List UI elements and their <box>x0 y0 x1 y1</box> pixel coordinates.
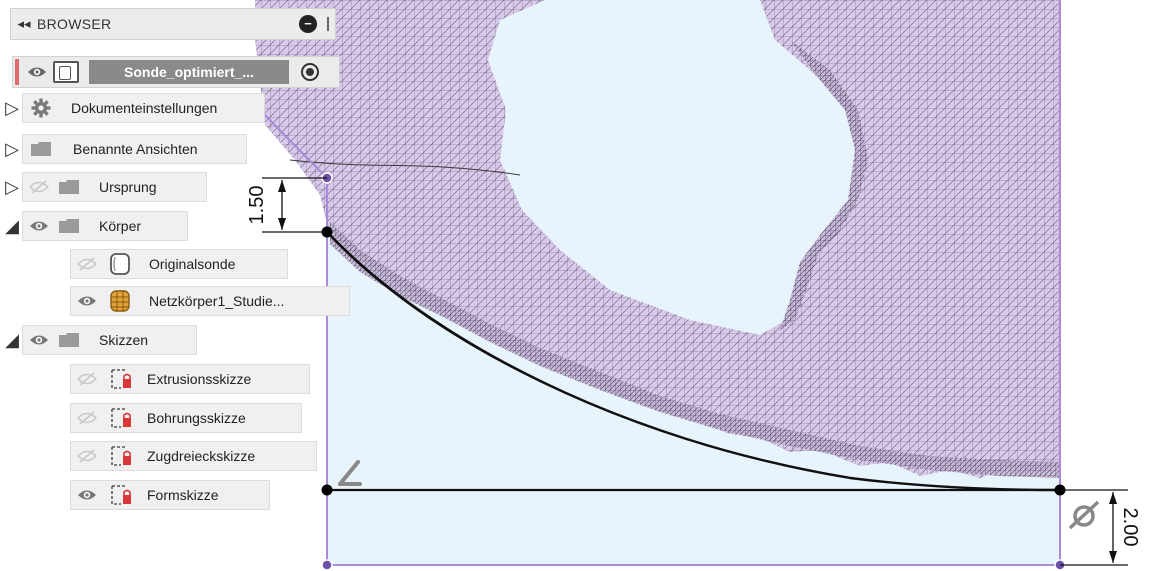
active-indicator <box>15 59 19 85</box>
body-icon <box>110 253 130 275</box>
browser-node-label: Bohrungsskizze <box>147 410 246 426</box>
gear-icon <box>31 98 51 118</box>
visibility-eye-icon[interactable] <box>77 488 97 502</box>
collapse-twisty-icon[interactable]: ◢ <box>2 216 22 237</box>
root-component-row[interactable]: Sonde_optimiert_... <box>12 56 340 88</box>
collapse-twisty-icon[interactable]: ◢ <box>2 330 22 351</box>
browser-node-label: Originalsonde <box>149 256 236 272</box>
visibility-eye-icon[interactable] <box>29 219 49 233</box>
folder-icon <box>31 142 51 156</box>
visibility-hidden-icon[interactable] <box>29 180 49 194</box>
folder-icon <box>59 180 79 194</box>
visibility-eye-icon[interactable] <box>27 65 47 79</box>
browser-node-bodies[interactable]: ◢ Körper <box>2 211 188 241</box>
browser-node-sketch-bore[interactable]: Bohrungsskizze <box>70 403 302 433</box>
browser-node-sketches[interactable]: ◢ Skizzen <box>2 325 197 355</box>
browser-node-label: Formskizze <box>147 487 219 503</box>
collapse-panel-icon[interactable]: ◂◂ <box>11 16 37 32</box>
component-icon <box>53 61 79 83</box>
browser-title: BROWSER <box>37 16 112 32</box>
browser-panel: ◂◂ BROWSER − Sonde_optimiert_... ▷ Dokum… <box>0 0 360 571</box>
browser-node-label: Körper <box>99 218 142 234</box>
browser-node-label: Extrusionsskizze <box>147 371 252 387</box>
sketch-icon <box>111 408 131 428</box>
expand-twisty-icon[interactable]: ▷ <box>2 177 22 198</box>
expand-twisty-icon[interactable]: ▷ <box>2 98 22 119</box>
panel-grip-icon[interactable] <box>327 17 329 31</box>
folder-icon <box>59 219 79 233</box>
browser-node-label: Benannte Ansichten <box>73 141 198 157</box>
folder-icon <box>59 333 79 347</box>
browser-node-label: Zugdreieckskizze <box>147 448 256 464</box>
browser-node-sketch-form[interactable]: Formskizze <box>70 480 270 510</box>
mesh-body-icon <box>110 290 130 312</box>
browser-header: ◂◂ BROWSER − <box>10 8 336 40</box>
pin-panel-icon[interactable]: − <box>299 15 317 33</box>
visibility-hidden-icon[interactable] <box>77 257 97 271</box>
browser-node-sketch-triangle[interactable]: Zugdreieckskizze <box>70 441 317 471</box>
visibility-hidden-icon[interactable] <box>77 372 97 386</box>
dimension-value-bottom[interactable]: 2.00 <box>1119 508 1141 547</box>
activate-component-radio[interactable] <box>301 63 319 81</box>
browser-node-label: Skizzen <box>99 332 149 348</box>
sketch-icon <box>111 446 131 466</box>
visibility-hidden-icon[interactable] <box>77 411 97 425</box>
browser-node-named-views[interactable]: ▷ Benannte Ansichten <box>2 134 247 164</box>
browser-node-label: Dokumenteinstellungen <box>71 100 218 116</box>
browser-node-origin[interactable]: ▷ Ursprung <box>2 172 207 202</box>
browser-node-body-originalsonde[interactable]: Originalsonde <box>70 249 288 279</box>
browser-node-label: Netzkörper1_Studie... <box>149 293 285 309</box>
expand-twisty-icon[interactable]: ▷ <box>2 139 22 160</box>
browser-node-mesh-body[interactable]: Netzkörper1_Studie... <box>70 286 350 316</box>
root-component-name[interactable]: Sonde_optimiert_... <box>89 60 289 84</box>
visibility-eye-icon[interactable] <box>29 333 49 347</box>
tangent-constraint-icon[interactable] <box>1068 500 1100 530</box>
browser-node-sketch-extrusion[interactable]: Extrusionsskizze <box>70 364 310 394</box>
browser-node-document-settings[interactable]: ▷ Dokumenteinstellungen <box>2 93 265 123</box>
sketch-icon <box>111 485 131 505</box>
sketch-icon <box>111 369 131 389</box>
visibility-hidden-icon[interactable] <box>77 449 97 463</box>
sketch-profile-lower[interactable] <box>327 490 1060 565</box>
browser-node-label: Ursprung <box>99 179 157 195</box>
visibility-eye-icon[interactable] <box>77 294 97 308</box>
